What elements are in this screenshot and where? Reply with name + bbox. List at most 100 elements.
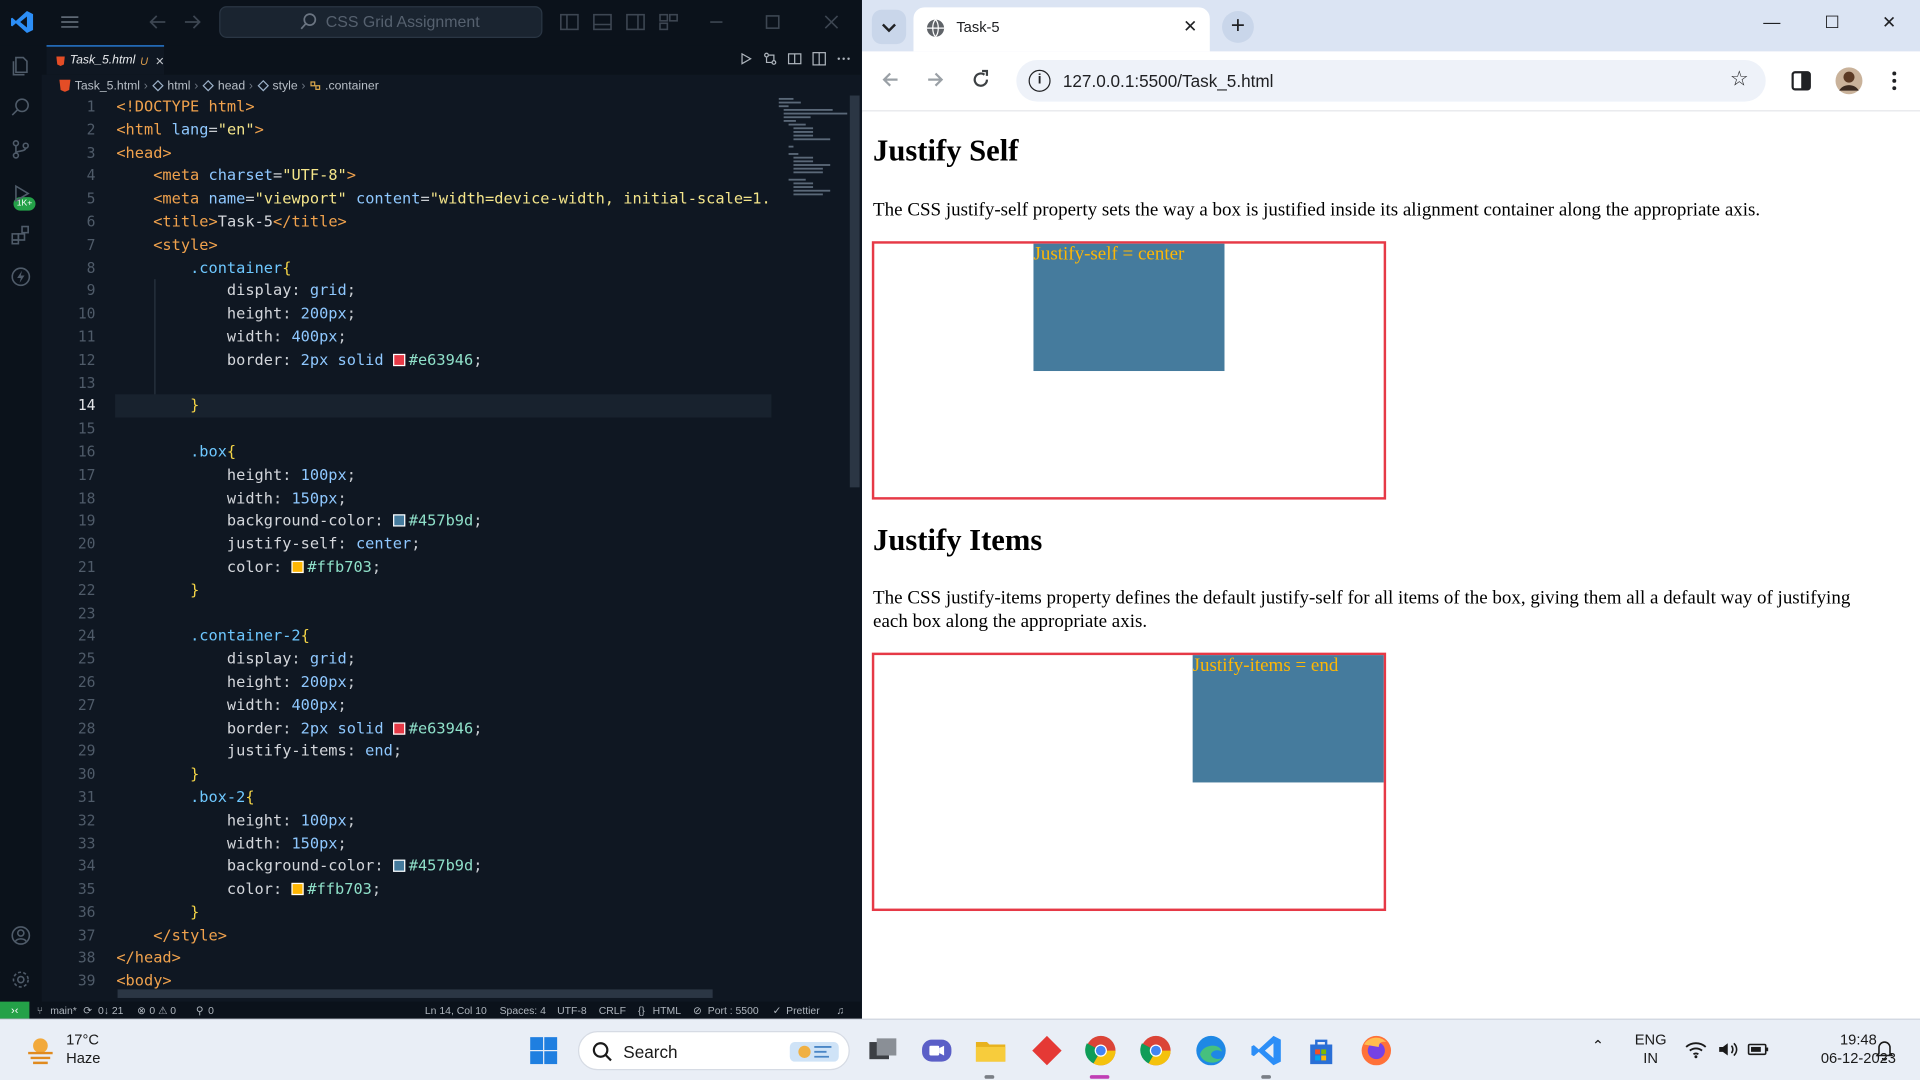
file-explorer-icon[interactable] xyxy=(972,1032,1009,1069)
task-view-icon[interactable] xyxy=(864,1032,901,1069)
extensions-icon[interactable] xyxy=(10,224,32,246)
split-editor-icon[interactable] xyxy=(812,51,827,66)
remote-indicator[interactable]: ›‹ xyxy=(0,1001,30,1019)
minimize-icon[interactable] xyxy=(705,11,727,33)
color-swatch[interactable] xyxy=(392,514,406,527)
toggle-panel-icon[interactable] xyxy=(591,11,613,33)
more-actions-icon[interactable] xyxy=(836,51,851,66)
breadcrumb-container[interactable]: .container xyxy=(325,79,379,92)
status-port[interactable]: Port : 5500 xyxy=(708,1002,759,1019)
chrome-profile-icon[interactable] xyxy=(1138,1032,1175,1069)
status-eol[interactable]: CRLF xyxy=(599,1002,626,1019)
color-swatch[interactable] xyxy=(392,859,406,873)
back-icon[interactable] xyxy=(147,11,169,33)
code-token: : xyxy=(273,879,292,898)
code-line: width: 150px; xyxy=(116,487,851,510)
breadcrumb-head[interactable]: head xyxy=(218,79,245,92)
breadcrumb-html[interactable]: html xyxy=(167,79,190,92)
notification-bell-icon[interactable] xyxy=(1875,1040,1895,1062)
status-problems[interactable]: 0 ⚠ 0 xyxy=(149,1002,176,1019)
source-control-icon[interactable] xyxy=(10,138,32,160)
vscode-taskbar-icon[interactable] xyxy=(1248,1032,1285,1069)
browser-maximize-icon[interactable]: ☐ xyxy=(1824,12,1839,33)
status-branch[interactable]: main* xyxy=(50,1002,77,1019)
menu-icon[interactable] xyxy=(59,11,81,33)
site-info-icon[interactable]: i xyxy=(1028,69,1051,92)
tab-close-icon[interactable]: × xyxy=(155,52,164,69)
run-debug-icon[interactable] xyxy=(10,182,32,204)
show-hidden-icons[interactable]: ⌃ xyxy=(1592,1037,1604,1055)
back-arrow-icon[interactable] xyxy=(879,69,901,91)
status-encoding[interactable]: UTF-8 xyxy=(557,1002,587,1019)
windows-start-icon[interactable] xyxy=(529,1036,558,1065)
settings-gear-icon[interactable] xyxy=(10,969,32,991)
tab-task5[interactable]: Task_5.html U × xyxy=(46,45,164,75)
compare-icon[interactable] xyxy=(763,51,778,66)
side-panel-icon[interactable] xyxy=(1790,70,1812,92)
toggle-sidebar-icon[interactable] xyxy=(558,11,580,33)
status-position[interactable]: Ln 14, Col 10 xyxy=(425,1002,487,1019)
code-token: width xyxy=(226,833,274,852)
minimap[interactable] xyxy=(776,96,848,206)
open-preview-icon[interactable] xyxy=(787,51,802,66)
breadcrumb-style[interactable]: style xyxy=(273,79,298,92)
color-swatch[interactable] xyxy=(392,721,406,735)
microsoft-store-icon[interactable] xyxy=(1303,1032,1340,1069)
breadcrumb-file[interactable]: Task_5.html xyxy=(75,79,140,92)
tab-search-button[interactable] xyxy=(871,9,907,45)
close-icon[interactable] xyxy=(820,11,842,33)
line-number: 15 xyxy=(77,420,96,438)
status-spaces[interactable]: Spaces: 4 xyxy=(500,1002,546,1019)
git-red-diamond-icon[interactable] xyxy=(1029,1032,1066,1069)
line-number: 19 xyxy=(77,512,96,530)
wifi-icon[interactable] xyxy=(1685,1040,1707,1060)
edge-icon[interactable] xyxy=(1193,1032,1230,1069)
code-token: ; xyxy=(346,649,356,668)
vertical-scrollbar[interactable] xyxy=(849,95,860,488)
browser-tab-close-icon[interactable]: ✕ xyxy=(1183,16,1197,37)
code-editor[interactable]: 1 2 3 4 5 6 7 8 9 10 11 12 13 14 15 16 17 18 19 20 21 22 23 24 2… xyxy=(42,96,850,990)
bookmark-star-icon[interactable]: ☆ xyxy=(1730,67,1749,91)
firefox-icon[interactable] xyxy=(1358,1032,1395,1069)
toggle-secondary-sidebar-icon[interactable] xyxy=(624,11,646,33)
taskbar-search[interactable]: Search xyxy=(577,1031,850,1071)
account-icon[interactable] xyxy=(10,924,32,946)
search-view-icon[interactable] xyxy=(10,97,32,119)
notifications-bell-icon[interactable]: ♫ xyxy=(836,1002,844,1019)
run-icon[interactable] xyxy=(738,51,753,66)
browser-close-icon[interactable]: ✕ xyxy=(1882,12,1896,33)
code-token: : xyxy=(273,557,292,576)
status-ports[interactable]: 0 xyxy=(208,1002,214,1019)
address-bar[interactable]: i 127.0.0.1:5500/Task_5.html ☆ xyxy=(1016,60,1766,102)
forward-arrow-icon[interactable] xyxy=(924,69,946,91)
maximize-icon[interactable] xyxy=(762,11,784,33)
more-menu-icon[interactable] xyxy=(1883,70,1905,92)
status-formatter[interactable]: Prettier xyxy=(786,1002,820,1019)
code-token: 400px xyxy=(291,695,338,714)
chrome-icon[interactable] xyxy=(1082,1032,1119,1069)
reload-icon[interactable] xyxy=(970,69,992,91)
browser-minimize-icon[interactable]: — xyxy=(1763,12,1780,32)
braces-icon: {} xyxy=(637,1004,645,1017)
status-sync[interactable]: 0↓ 21 xyxy=(98,1002,123,1019)
battery-icon[interactable] xyxy=(1747,1041,1769,1058)
command-center[interactable]: CSS Grid Assignment xyxy=(219,6,543,38)
color-swatch[interactable] xyxy=(392,353,406,366)
lightning-icon[interactable] xyxy=(10,266,32,288)
customize-layout-icon[interactable] xyxy=(658,11,680,33)
color-swatch[interactable] xyxy=(291,882,304,896)
explorer-icon[interactable] xyxy=(10,55,32,77)
volume-icon[interactable] xyxy=(1717,1040,1739,1060)
status-language[interactable]: HTML xyxy=(653,1002,681,1019)
profile-avatar[interactable] xyxy=(1834,66,1863,95)
browser-tab[interactable]: Task-5 ✕ xyxy=(913,7,1210,52)
language-indicator[interactable]: ENG IN xyxy=(1635,1031,1667,1068)
teams-chat-icon[interactable] xyxy=(918,1032,955,1069)
color-swatch[interactable] xyxy=(291,560,304,573)
weather-widget[interactable]: 17°C Haze xyxy=(24,1031,100,1068)
new-tab-button[interactable]: + xyxy=(1222,11,1254,43)
horizontal-scrollbar[interactable] xyxy=(117,989,713,998)
forward-icon[interactable] xyxy=(181,11,203,33)
